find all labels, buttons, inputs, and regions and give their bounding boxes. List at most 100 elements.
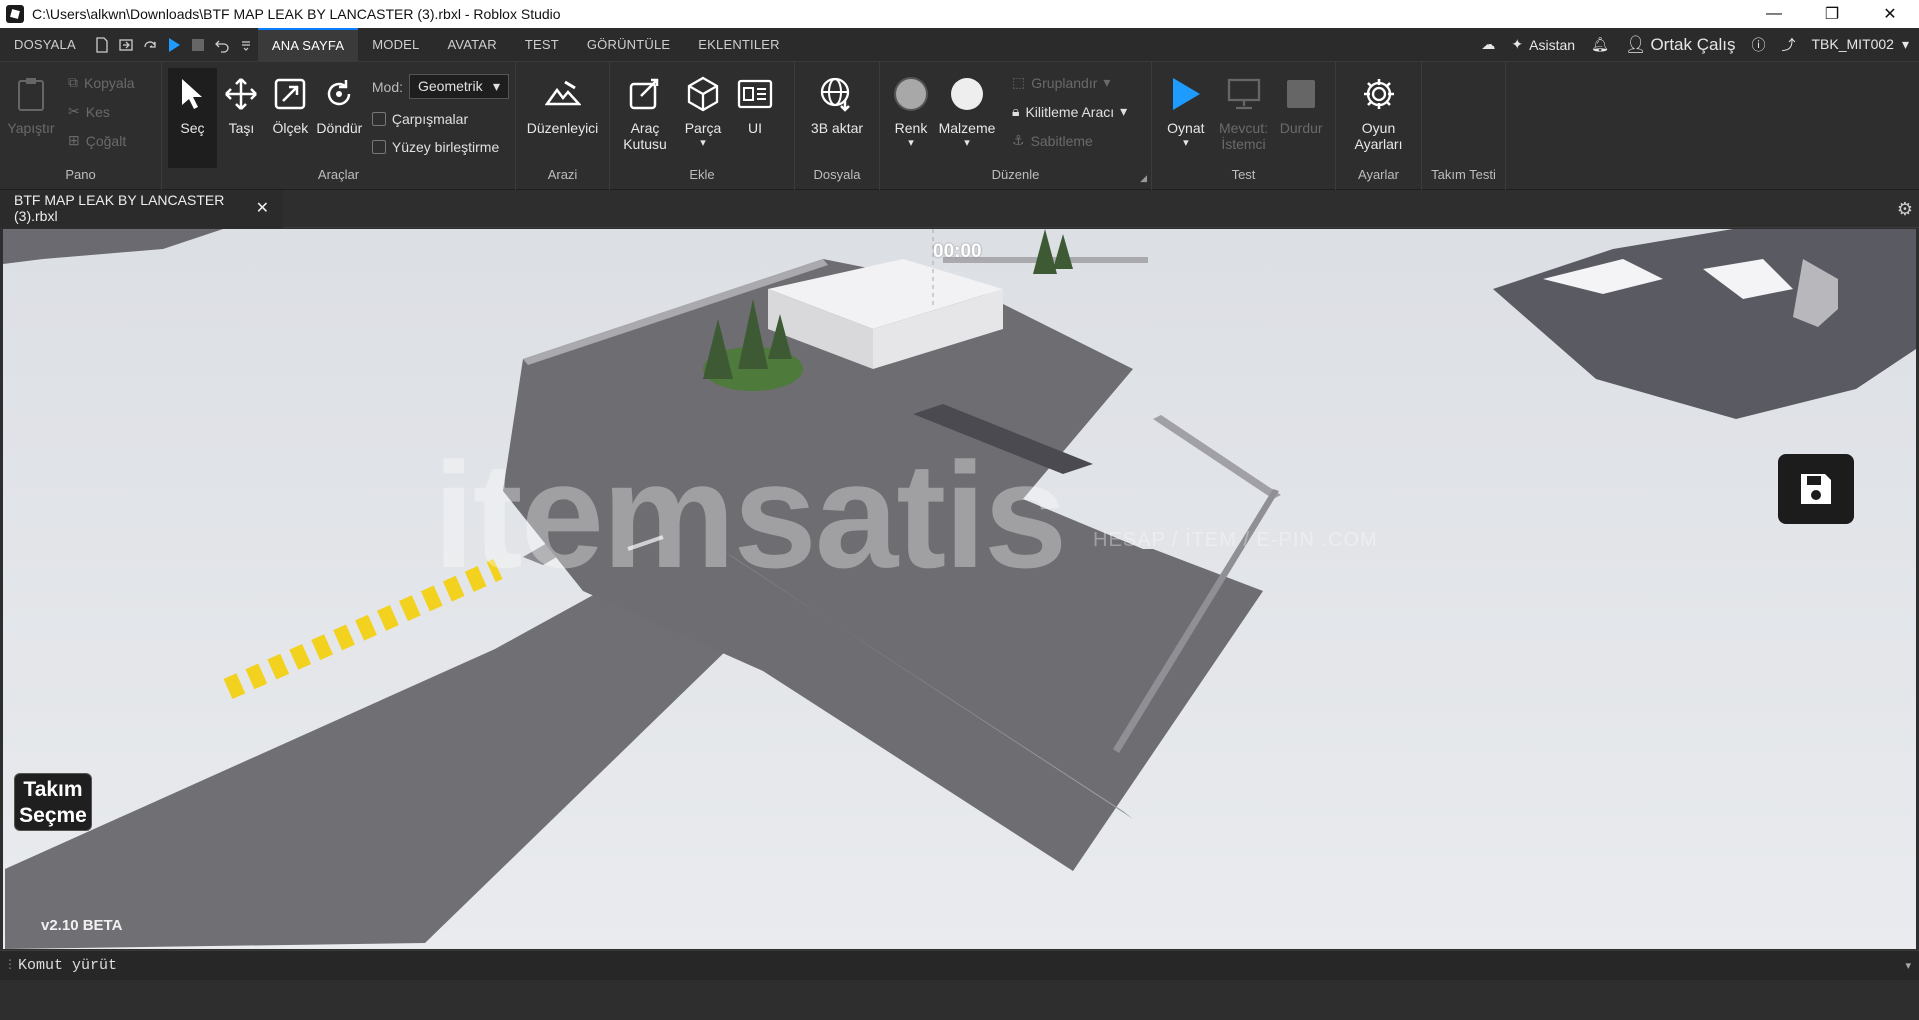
group-terrain: Düzenleyici Arazi xyxy=(516,62,610,190)
rotate-tool-button[interactable]: Döndür xyxy=(315,68,364,136)
import-3d-label: 3B aktar xyxy=(810,120,864,136)
expand-corner-icon[interactable]: ◢ xyxy=(1140,173,1147,184)
anchor-icon: ⚓︎ xyxy=(1012,132,1025,148)
part-label: Parça xyxy=(684,120,722,136)
group-file: 3B aktar Dosyala xyxy=(795,62,880,190)
tab-view[interactable]: GÖRÜNTÜLE xyxy=(573,28,684,62)
current-label-1: Mevcut: xyxy=(1218,120,1268,136)
close-button[interactable]: ✕ xyxy=(1861,0,1919,28)
terrain-mountain-icon xyxy=(543,74,583,114)
chevron-down-icon: ▾ xyxy=(1901,36,1909,52)
collisions-toggle[interactable]: Çarpışmalar xyxy=(371,111,509,127)
bottom-panel-area xyxy=(0,980,1919,1020)
ui-frame-icon xyxy=(735,74,775,114)
part-button[interactable]: Parça ▾ xyxy=(674,68,732,149)
chevron-down-icon[interactable]: ▾ xyxy=(1905,959,1911,972)
tab-home[interactable]: ANA SAYFA xyxy=(257,27,359,62)
help-icon[interactable]: ⓘ xyxy=(1751,35,1765,55)
play-icon xyxy=(1166,74,1206,114)
rotate-label: Döndür xyxy=(316,120,363,136)
document-tab[interactable]: BTF MAP LEAK BY LANCASTER (3).rbxl ✕ xyxy=(0,190,283,228)
chevron-down-icon: ▾ xyxy=(492,78,500,94)
toolbox-icon xyxy=(625,74,665,114)
team-select-button[interactable]: Takım Seçme xyxy=(14,773,92,831)
select-label: Seç xyxy=(180,120,205,136)
move-tool-button[interactable]: Taşı xyxy=(217,68,266,136)
clipboard-small-buttons: ⧉ Kopyala ✂ Kes ⊞ Çoğalt xyxy=(68,68,135,149)
group-insert: Araç Kutusu Parça ▾ UI Ekle xyxy=(610,62,795,190)
toolbox-button[interactable]: Araç Kutusu xyxy=(616,68,674,152)
paste-button[interactable]: Yapıştır xyxy=(6,68,56,136)
tab-model[interactable]: MODEL xyxy=(358,28,433,62)
menubar-right: ☁ ✦ Asistan 🔔︎ 👤︎ Ortak Çalış ⓘ ⤴ TBK_MI… xyxy=(1481,35,1919,55)
ui-button[interactable]: UI xyxy=(732,68,778,136)
group-label-insert: Ekle xyxy=(689,167,715,182)
anchor-label: Sabitleme xyxy=(1030,132,1093,149)
join-surfaces-checkbox[interactable] xyxy=(371,140,386,154)
game-timer: 00:00 xyxy=(933,241,982,262)
mode-dropdown[interactable]: Geometrik ▾ xyxy=(409,74,509,99)
current-label-2: İstemci xyxy=(1221,136,1266,152)
tab-avatar[interactable]: AVATAR xyxy=(433,28,510,62)
group-button[interactable]: ⬚ Gruplandır ▾ xyxy=(1012,74,1127,91)
collisions-checkbox[interactable] xyxy=(371,112,386,126)
import-3d-button[interactable]: 3B aktar xyxy=(802,68,872,136)
close-tab-icon[interactable]: ✕ xyxy=(256,198,269,218)
material-sphere-icon xyxy=(947,74,987,114)
notification-bell-icon[interactable]: 🔔︎ xyxy=(1591,36,1609,53)
tab-test[interactable]: TEST xyxy=(511,28,573,62)
publish-icon[interactable] xyxy=(114,28,138,62)
stop-button[interactable]: Durdur xyxy=(1273,68,1329,136)
group-label-edit: Düzenle xyxy=(991,167,1040,182)
terrain-editor-button[interactable]: Düzenleyici xyxy=(523,68,603,136)
redo-quick-icon[interactable] xyxy=(138,28,162,62)
command-bar: ⋮ Komut yürüt ▾ xyxy=(0,950,1919,980)
user-menu[interactable]: TBK_MIT002 ▾ xyxy=(1811,36,1909,53)
chevron-down-icon: ▾ xyxy=(964,137,970,149)
undo-icon[interactable] xyxy=(210,28,234,62)
3d-viewport[interactable]: itemsatis HESAP / İTEM / E-PIN .COM 00:0… xyxy=(3,229,1916,949)
share-icon[interactable]: ⤴ xyxy=(1781,35,1795,55)
command-input[interactable]: Komut yürüt xyxy=(0,957,117,974)
scale-tool-button[interactable]: Ölçek xyxy=(266,68,315,136)
assistant-label: Asistan xyxy=(1529,36,1576,53)
duplicate-button[interactable]: ⊞ Çoğalt xyxy=(68,132,135,149)
select-tool-button[interactable]: Seç xyxy=(168,68,217,168)
file-menu[interactable]: DOSYALA xyxy=(0,28,90,62)
minimize-button[interactable]: — xyxy=(1745,0,1803,28)
tool-options: Mod: Geometrik ▾ Çarpışmalar Yüzey birleş… xyxy=(371,68,509,155)
ui-label: UI xyxy=(748,120,762,136)
cloud-icon[interactable]: ☁ xyxy=(1481,36,1495,53)
group-label-team-test: Takım Testi xyxy=(1431,167,1496,182)
cursor-arrow-icon xyxy=(172,74,212,114)
menu-bar: DOSYALA ANA SAYFA MODEL AVATAR TEST GÖRÜ… xyxy=(0,27,1919,62)
color-label: Renk xyxy=(894,120,928,136)
lock-tool-button[interactable]: 🔒︎ Kilitleme Aracı ▾ xyxy=(1012,103,1127,120)
copy-button[interactable]: ⧉ Kopyala xyxy=(68,74,135,91)
new-file-icon[interactable] xyxy=(90,28,114,62)
join-surfaces-toggle[interactable]: Yüzey birleştirme xyxy=(371,139,509,155)
document-tab-title: BTF MAP LEAK BY LANCASTER (3).rbxl xyxy=(14,192,225,224)
drag-handle-icon[interactable]: ⋮ xyxy=(4,957,16,971)
group-settings: Oyun Ayarları Ayarlar xyxy=(1336,62,1422,190)
maximize-button[interactable]: ❐ xyxy=(1803,0,1861,28)
assistant-button[interactable]: ✦ Asistan xyxy=(1511,36,1575,53)
color-button[interactable]: Renk ▾ xyxy=(886,68,936,149)
anchor-button[interactable]: ⚓︎ Sabitleme xyxy=(1012,132,1127,149)
tab-plugins[interactable]: EKLENTILER xyxy=(684,28,793,62)
viewport-settings-gear-icon[interactable]: ⚙ xyxy=(1897,199,1913,220)
play-button[interactable]: Oynat ▾ xyxy=(1158,68,1214,149)
floppy-disk-icon xyxy=(1801,474,1831,504)
collaborate-button[interactable]: 👤︎ Ortak Çalış xyxy=(1625,35,1736,55)
play-quick-icon[interactable] xyxy=(162,28,186,62)
stop-quick-icon[interactable] xyxy=(186,28,210,62)
quick-access-menu-icon[interactable] xyxy=(234,28,258,62)
group-edit: Renk ▾ Malzeme ▾ ⬚ Gruplandır ▾ 🔒︎ Kilitlem… xyxy=(880,62,1152,190)
toolbox-label-1: Araç xyxy=(630,120,660,136)
save-button[interactable] xyxy=(1778,454,1854,524)
scale-icon xyxy=(270,74,310,114)
current-client-button[interactable]: Mevcut: İstemci xyxy=(1214,68,1274,152)
game-settings-button[interactable]: Oyun Ayarları xyxy=(1344,68,1414,152)
cut-button[interactable]: ✂ Kes xyxy=(68,103,135,120)
material-button[interactable]: Malzeme ▾ xyxy=(936,68,998,149)
